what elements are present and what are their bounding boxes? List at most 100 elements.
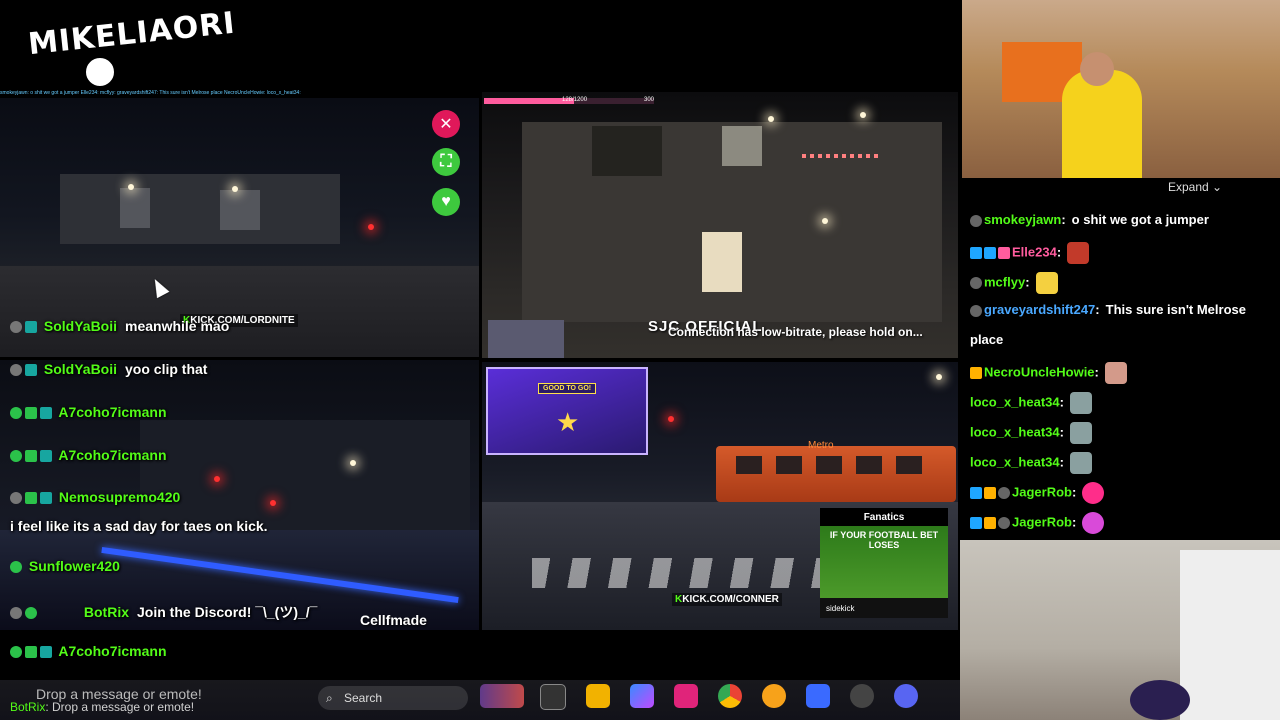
chat-username: SoldYaBoii xyxy=(43,361,118,377)
user-badge-icon xyxy=(10,321,22,334)
emote-icon xyxy=(1069,452,1092,474)
overlay-chat-line: BotRix Join the Discord! ¯\_(ツ)_/¯ xyxy=(10,602,317,622)
verified-badge-icon xyxy=(10,450,22,463)
user-badge-icon xyxy=(998,517,1010,529)
logo-text: MIKELIAORI xyxy=(26,5,238,63)
picsart-icon[interactable] xyxy=(674,684,698,708)
chat-username: NecroUncleHowie xyxy=(984,364,1095,380)
vip-badge-icon xyxy=(25,407,37,420)
favorite-heart-button[interactable]: ♥ xyxy=(432,188,460,216)
chat-username: JagerRob xyxy=(1012,484,1072,500)
verified-badge-icon xyxy=(10,646,22,659)
sub-badge-icon xyxy=(25,321,37,334)
emote-icon xyxy=(1104,362,1127,384)
overlay-chat-line: Nemosupremo420 xyxy=(10,489,180,505)
webcam-kitchen[interactable] xyxy=(962,0,1280,178)
chat-ticker: smokeyjawn: o shit we got a jumper Elle2… xyxy=(0,90,301,96)
sub-badge-icon xyxy=(40,646,52,659)
vip-badge-icon xyxy=(25,492,37,505)
sidekick-label: sidekick xyxy=(820,598,948,618)
high-scores-overlay xyxy=(670,368,790,458)
chat-username: A7coho7icmann xyxy=(58,404,167,420)
task-view-icon[interactable] xyxy=(540,684,566,710)
mouse-mascot-icon xyxy=(84,56,116,88)
sword-badge-icon xyxy=(970,517,982,529)
overlay-chat-line: SoldYaBoii yoo clip that xyxy=(10,361,207,377)
chat-username: Nemosupremo420 xyxy=(58,489,181,505)
fanatics-brand: Fanatics xyxy=(820,508,948,526)
overlay-chat-line: A7coho7icmann xyxy=(10,643,167,659)
user-badge-icon xyxy=(10,492,22,505)
app-icon[interactable] xyxy=(806,684,830,708)
chat-row: Elle234: xyxy=(970,242,1090,264)
fanatics-headline: IF YOUR FOOTBALL BET LOSES xyxy=(820,526,948,598)
verified-badge-icon xyxy=(25,607,37,620)
chat-message: meanwhile mao xyxy=(125,318,230,334)
game-alert-card: GOOD TO GO! ★ xyxy=(486,367,648,455)
chat-username: BotRix xyxy=(83,604,130,620)
verified-badge-icon xyxy=(10,407,22,420)
settings-sun-icon[interactable] xyxy=(762,684,786,708)
file-explorer-icon[interactable] xyxy=(586,684,610,708)
crown-badge-icon xyxy=(984,487,996,499)
chat-username: SoldYaBoii xyxy=(43,318,118,334)
kick-channel-tag-2: KKICK.COM/CONNER xyxy=(672,593,782,606)
crown-badge-icon xyxy=(984,517,996,529)
fanatics-ad[interactable]: Fanatics IF YOUR FOOTBALL BET LOSES side… xyxy=(820,508,948,618)
chat-username: A7coho7icmann xyxy=(58,643,167,659)
sword-badge-icon xyxy=(970,487,982,499)
low-bitrate-status: Connection has low-bitrate, please hold … xyxy=(668,325,923,339)
webcam-room[interactable] xyxy=(960,540,1280,720)
bus-sign: Metro xyxy=(808,440,834,451)
chat-row: NecroUncleHowie: xyxy=(970,362,1127,384)
overlay-chat-line: i feel like its a sad day for taes on ki… xyxy=(10,518,268,534)
expand-label: Expand xyxy=(1168,180,1209,194)
taskbar-search[interactable]: ⌕ Search xyxy=(318,686,468,710)
user-badge-icon xyxy=(970,304,982,317)
chat-message: Join the Discord! ¯\_(ツ)_/¯ xyxy=(137,604,318,620)
widget-icon[interactable] xyxy=(480,684,524,708)
chat-username: loco_x_heat34 xyxy=(970,424,1060,440)
chat-username: A7coho7icmann xyxy=(58,447,167,463)
pikachu-emote-icon xyxy=(1035,272,1058,294)
bottom-chat-line: BotRix: Drop a message or emote! xyxy=(10,700,195,714)
copilot-icon[interactable] xyxy=(630,684,654,708)
progress-fill xyxy=(484,98,575,104)
chat-row: loco_x_heat34: xyxy=(970,422,1092,444)
close-button[interactable]: ✕ xyxy=(432,110,460,138)
cellfmade-tag: Cellfmade xyxy=(360,612,427,628)
chat-row: loco_x_heat34: xyxy=(970,452,1092,474)
expand-button[interactable]: Expand ⌄ xyxy=(1168,180,1222,194)
verified-badge-icon xyxy=(10,561,22,574)
discord-icon[interactable] xyxy=(894,684,918,708)
chat-row: smokeyjawn: o shit we got a jumper xyxy=(970,212,1209,227)
right-chat-panel: smokeyjawn: o shit we got a jumper Elle23… xyxy=(960,198,1280,540)
user-badge-icon xyxy=(10,364,22,377)
chat-username: graveyardshift247 xyxy=(984,302,1096,317)
user-badge-icon xyxy=(970,214,982,227)
chat-username: mcflyy xyxy=(984,274,1026,290)
chat-username: Elle234 xyxy=(1012,244,1057,260)
chat-username: loco_x_heat34 xyxy=(970,394,1060,410)
chat-username: Sunflower420 xyxy=(28,558,120,574)
vip-badge-icon xyxy=(25,646,37,659)
chat-username: JagerRob xyxy=(1012,514,1072,530)
sub-badge-icon xyxy=(40,450,52,463)
sub-badge-icon xyxy=(40,492,52,505)
emote-icon xyxy=(1082,512,1105,534)
chat-username: loco_x_heat34 xyxy=(970,454,1060,470)
chat-row: JagerRob: xyxy=(970,482,1105,504)
kick-tag-text-2: KICK.COM/CONNER xyxy=(682,594,779,605)
chrome-icon[interactable] xyxy=(718,684,742,708)
fullscreen-button[interactable]: ⛶ xyxy=(432,148,460,176)
chat-message: i feel like its a sad day for taes on ki… xyxy=(10,518,268,534)
chat-message: Drop a message or emote! xyxy=(52,700,195,714)
chevron-down-icon: ⌄ xyxy=(1212,180,1223,194)
crown-badge-icon xyxy=(970,367,982,379)
chat-row: loco_x_heat34: xyxy=(970,392,1092,414)
obs-icon[interactable] xyxy=(850,684,874,708)
sub-badge-icon xyxy=(25,364,37,377)
emote-icon xyxy=(1069,422,1092,444)
heart-emote-icon xyxy=(1082,482,1105,504)
overlay-chat-line: Sunflower420 xyxy=(10,558,120,574)
